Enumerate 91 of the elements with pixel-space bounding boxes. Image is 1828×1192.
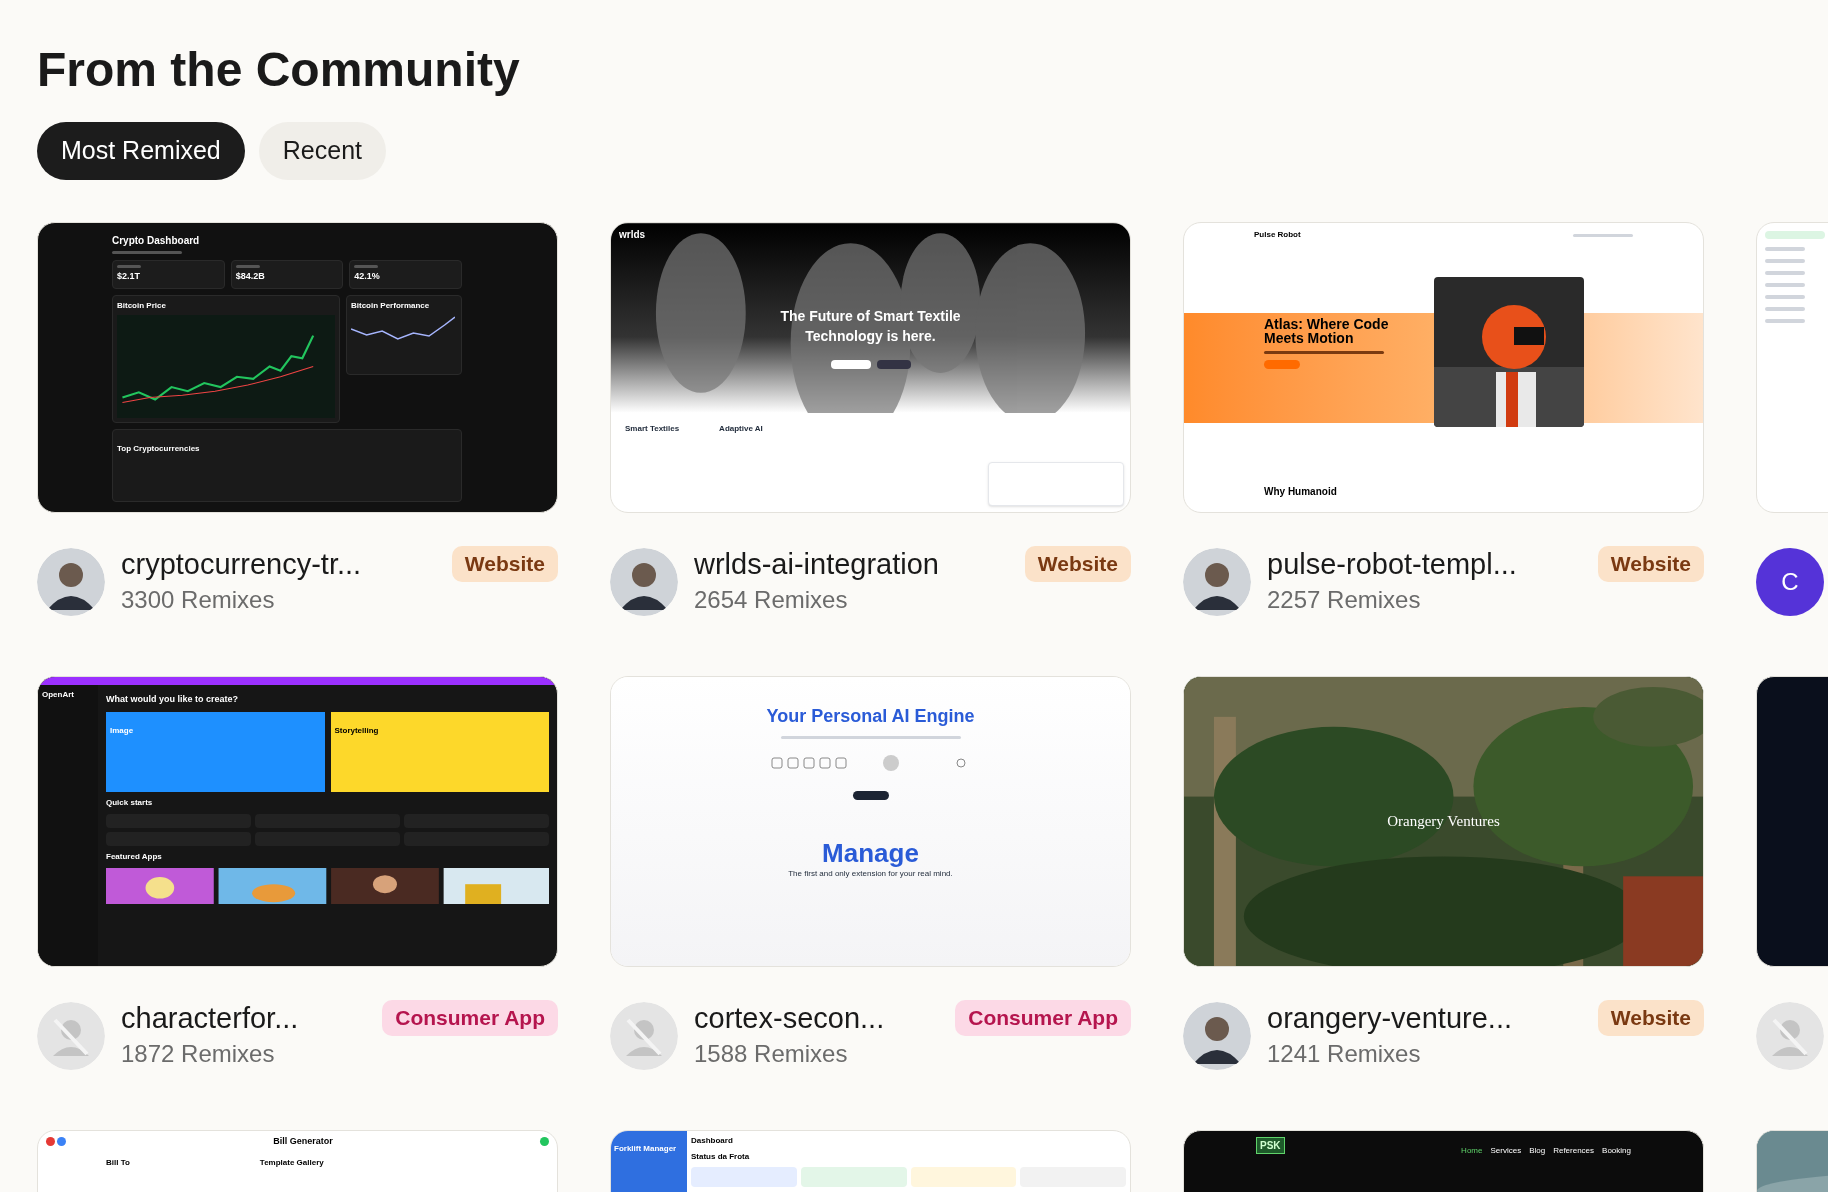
section-heading: Bill To [106,1156,130,1169]
mock-text: $2.1T [117,270,141,283]
filter-tab[interactable]: Most Remixed [37,122,245,180]
project-name[interactable]: cryptocurrency-tr... [121,546,362,582]
category-tag: Consumer App [955,1000,1131,1036]
brand-name: Pulse Robot [1254,229,1301,241]
mock-heading: Bill Generator [273,1135,333,1148]
avatar [1756,1002,1824,1070]
avatar [610,548,678,616]
nav-link: References [1553,1145,1595,1157]
mock-text: Bitcoin Performance [351,299,431,312]
mock-heading: Orangery Ventures [1387,812,1500,832]
section-heading: Quick starts [106,796,154,809]
avatar [37,548,105,616]
avatar [37,1002,105,1070]
remix-count: 1588 Remixes [694,1039,849,1069]
mock-button [852,791,889,800]
text-placeholder-line [1765,231,1825,239]
brand-name: OpenArt [42,689,75,701]
text-placeholder-line [235,265,260,268]
text-placeholder-line [354,265,379,268]
text-placeholder-line [1765,259,1805,263]
text-placeholder-line [117,265,141,268]
section-heading: Status da Frota [691,1151,751,1163]
nav-link: Blog [1529,1145,1546,1157]
mock-text: $84.2B [235,270,266,283]
section-heading: Featured Apps [106,850,163,863]
avatar [1183,548,1251,616]
remix-count: 1872 Remixes [121,1039,276,1069]
remix-count: 3300 Remixes [121,585,276,615]
mock-heading: Dashboard [691,1135,734,1147]
project-thumbnail[interactable]: Pulse Robot Atlas: Where Code Meets Motion Why Humanoid [1183,222,1704,513]
mock-text: Storytelling [334,725,379,735]
category-tag: Website [1597,546,1704,582]
mock-text: Top Cryptocurrencies [117,443,200,453]
text-placeholder-line [112,251,182,254]
text-placeholder-line [1765,247,1805,251]
mock-heading: What would you like to create? [106,693,240,706]
mock-text: Adaptive AI [719,423,763,435]
category-tag: Website [1597,1000,1704,1036]
remix-count: 2654 Remixes [694,585,849,615]
category-tag: Website [1024,546,1131,582]
avatar [610,1002,678,1070]
nav-link: Booking [1602,1145,1631,1157]
mock-heading: The Future of Smart Textile Technology is here. [780,308,961,344]
section-heading: Template Gallery [259,1156,324,1169]
project-name[interactable]: pulse-robot-templ... [1267,546,1517,582]
avatar [1183,1002,1251,1070]
project-thumbnail[interactable]: Bill Generator Bill To Template Gallery [37,1130,558,1192]
project-thumbnail[interactable]: Forklift Manager Dashboard Status da Frota [610,1130,1131,1192]
logo: PSK [1256,1137,1285,1154]
avatar: C [1756,548,1824,616]
mock-text: Bitcoin Price [117,299,167,312]
remix-count: 2257 Remixes [1267,585,1422,615]
project-name[interactable]: characterfor... [121,1000,299,1036]
category-tag: Website [451,546,558,582]
mock-heading: Why Humanoid [1264,486,1337,497]
mock-text: The first and only extension for your real mind. [788,868,953,880]
project-name[interactable]: cortex-secon... [694,1000,885,1036]
text-placeholder-line [1765,307,1805,311]
project-thumbnail[interactable]: Orangery Ventures [1183,676,1704,967]
mock-heading: Crypto Dashboard [112,234,201,248]
category-tag: Consumer App [382,1000,558,1036]
section-title: From the Community [37,42,521,98]
text-placeholder-line [1765,271,1805,275]
text-placeholder-line [1765,319,1805,323]
brand-name: Forklift Manager [614,1144,677,1153]
text-placeholder-line [1765,295,1805,299]
mock-text: Smart Textiles [625,423,680,435]
project-thumbnail[interactable]: wrlds The Future of Smart Textile Technology is here. Smart Textiles Adaptive AI [610,222,1131,513]
nav-link: Home [1461,1145,1483,1157]
nav-link: Services [1490,1145,1522,1157]
mock-text: Image [110,725,134,735]
text-placeholder-line [1765,283,1805,287]
mock-text: 42.1% [354,270,381,283]
mock-heading: Atlas: Where Code Meets Motion [1264,317,1390,345]
project-thumbnail[interactable]: OpenArt What would you like to create? Image Storytelling Quick starts Featured Apps [37,676,558,967]
project-name[interactable]: wrlds-ai-integration [694,546,939,582]
text-placeholder-line [1573,233,1633,237]
mock-button [1264,360,1300,369]
mock-button [830,360,871,369]
mock-heading: Manage [822,840,919,866]
project-thumbnail[interactable]: PSK Home Services Blog References Booking [1183,1130,1704,1192]
project-thumbnail[interactable]: Crypto Dashboard $2.1T $84.2B 42.1% Bitcoin Price Bitcoin Performance Top Cryptocurrencies [37,222,558,513]
mock-heading: Your Personal AI Engine [766,705,975,728]
filter-tab[interactable]: Recent [258,122,386,180]
project-thumbnail[interactable]: Your Personal AI Engine Manage The first and only extension for your real mind. [610,676,1131,967]
brand-name: wrlds [619,228,646,242]
mock-button [876,360,911,369]
project-name[interactable]: orangery-venture... [1267,1000,1512,1036]
remix-count: 1241 Remixes [1267,1039,1422,1069]
